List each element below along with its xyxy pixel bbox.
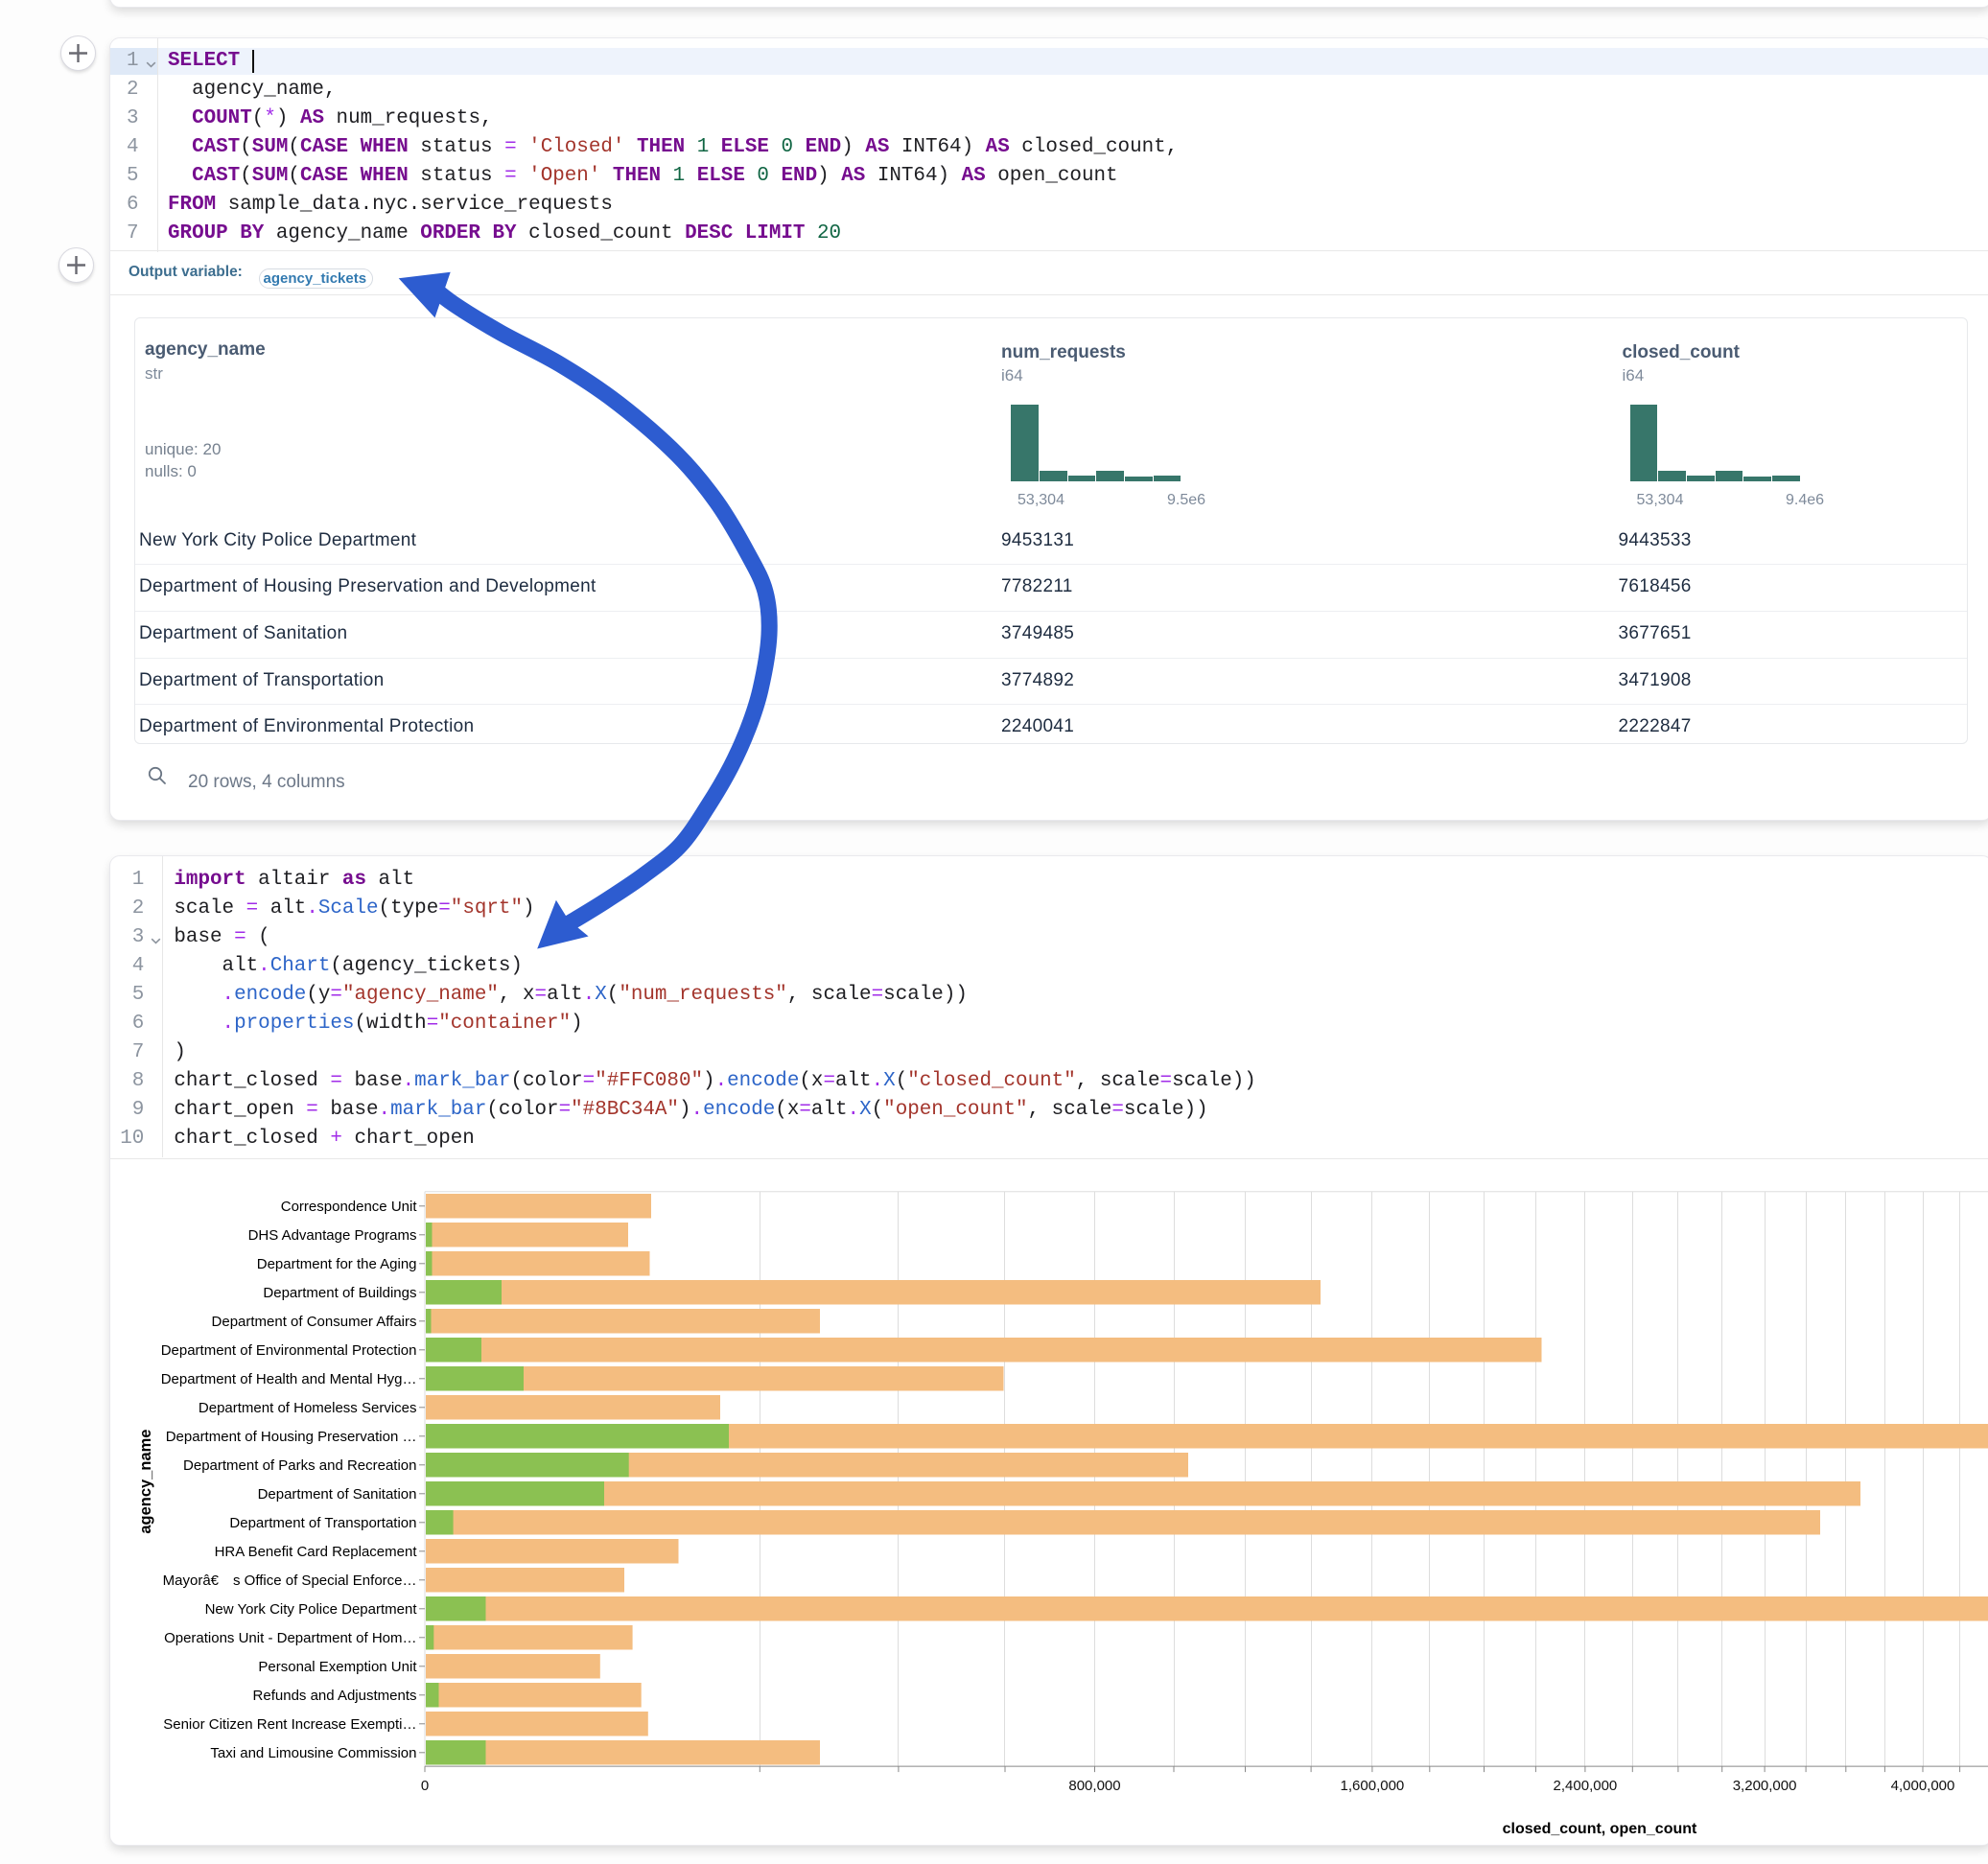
- svg-text:New York City Police Departmen: New York City Police Department: [205, 1600, 418, 1617]
- svg-text:Department of Sanitation: Department of Sanitation: [258, 1485, 417, 1502]
- svg-text:Senior Citizen Rent Increase E: Senior Citizen Rent Increase Exempti…: [163, 1715, 416, 1732]
- svg-text:Department of Consumer Affairs: Department of Consumer Affairs: [212, 1313, 417, 1329]
- svg-text:Department of Housing Preserva: Department of Housing Preservation …: [166, 1428, 417, 1444]
- svg-text:800,000: 800,000: [1068, 1778, 1120, 1794]
- svg-text:Department for the Aging: Department for the Aging: [257, 1255, 417, 1271]
- svg-text:Personal Exemption Unit: Personal Exemption Unit: [258, 1658, 417, 1674]
- svg-text:Refunds and Adjustments: Refunds and Adjustments: [253, 1687, 417, 1703]
- svg-text:closed_count, open_count: closed_count, open_count: [1503, 1820, 1697, 1836]
- svg-text:Correspondence Unit: Correspondence Unit: [281, 1198, 418, 1214]
- svg-text:agency_name: agency_name: [137, 1429, 154, 1533]
- svg-text:Department of Homeless Service: Department of Homeless Services: [199, 1399, 417, 1415]
- svg-text:0: 0: [421, 1778, 429, 1794]
- svg-text:4,000,000: 4,000,000: [1891, 1778, 1955, 1794]
- svg-text:2,400,000: 2,400,000: [1554, 1778, 1618, 1794]
- svg-text:Department of Transportation: Department of Transportation: [229, 1514, 416, 1530]
- svg-text:Department of Buildings: Department of Buildings: [263, 1284, 416, 1300]
- svg-text:Taxi and Limousine Commission: Taxi and Limousine Commission: [210, 1744, 416, 1760]
- svg-text:Mayorâ€ s Office of Special En: Mayorâ€ s Office of Special Enforce…: [163, 1572, 417, 1588]
- svg-text:HRA Benefit Card Replacement: HRA Benefit Card Replacement: [215, 1543, 418, 1559]
- svg-text:Department of Parks and Recrea: Department of Parks and Recreation: [183, 1456, 416, 1473]
- svg-text:Department of Health and Menta: Department of Health and Mental Hyg…: [161, 1370, 417, 1386]
- svg-text:Operations Unit - Department o: Operations Unit - Department of Hom…: [164, 1629, 416, 1645]
- svg-text:3,200,000: 3,200,000: [1733, 1778, 1797, 1794]
- svg-text:Department of Environmental Pr: Department of Environmental Protection: [161, 1341, 417, 1358]
- svg-text:1,600,000: 1,600,000: [1341, 1778, 1405, 1794]
- svg-text:DHS Advantage Programs: DHS Advantage Programs: [248, 1226, 417, 1243]
